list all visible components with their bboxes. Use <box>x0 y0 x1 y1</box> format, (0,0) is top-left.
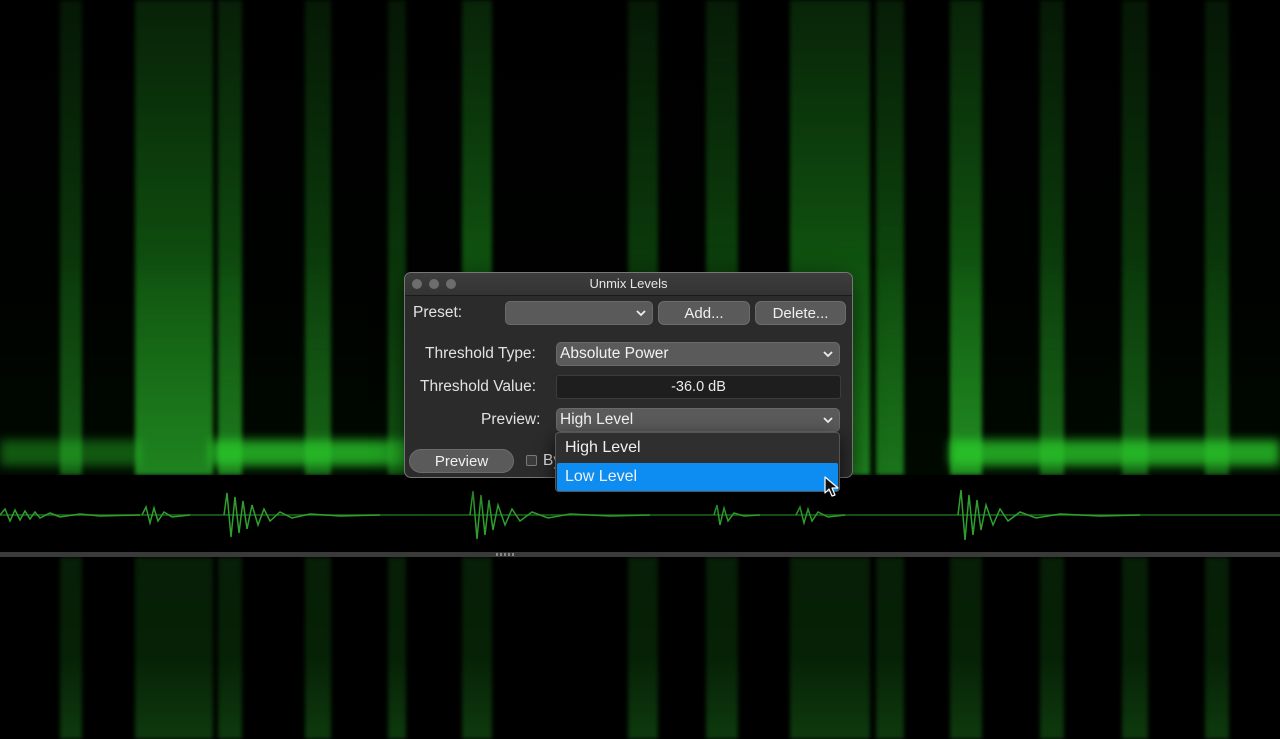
preview-label: Preview: <box>481 411 541 428</box>
divider-grip-handle[interactable] <box>496 553 516 556</box>
preview-dropdown-menu: High Level Low Level <box>555 432 840 492</box>
bypass-checkbox[interactable] <box>526 455 537 466</box>
option-label: High Level <box>565 439 641 456</box>
threshold-type-select[interactable]: Absolute Power <box>556 342 840 366</box>
dialog-titlebar[interactable]: Unmix Levels <box>405 273 852 296</box>
threshold-value-field[interactable]: -36.0 dB <box>556 375 841 399</box>
threshold-value-label: Threshold Value: <box>420 378 537 395</box>
chevron-down-icon <box>823 351 833 358</box>
preview-button[interactable]: Preview <box>409 449 514 473</box>
threshold-type-value: Absolute Power <box>560 345 669 362</box>
preset-label: Preset: <box>413 304 463 321</box>
dialog-title: Unmix Levels <box>589 276 668 291</box>
delete-preset-button[interactable]: Delete... <box>755 301 846 325</box>
chevron-down-icon <box>823 417 833 424</box>
option-label: Low Level <box>565 468 638 485</box>
add-preset-button[interactable]: Add... <box>658 301 750 325</box>
chevron-down-icon <box>636 310 646 317</box>
preset-select[interactable] <box>505 301 653 325</box>
hand-pointer-icon <box>824 476 839 497</box>
threshold-type-label: Threshold Type: <box>425 345 536 362</box>
preview-value: High Level <box>560 411 634 428</box>
preview-select[interactable]: High Level <box>556 408 840 432</box>
dropdown-option-low-level[interactable]: Low Level <box>557 463 838 491</box>
dropdown-option-high-level[interactable]: High Level <box>557 434 838 462</box>
spectrogram-bottom <box>0 557 1280 739</box>
